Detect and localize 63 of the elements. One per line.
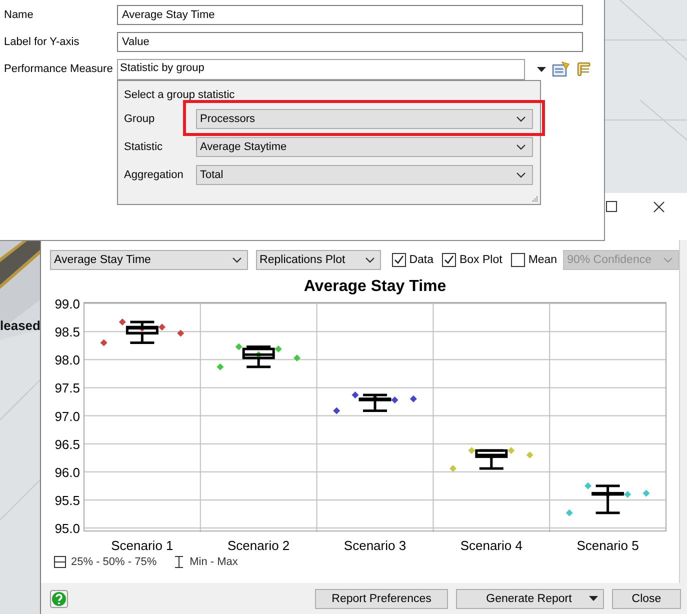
select-dropdown[interactable]: Average Staytime [196,137,533,157]
axis-label: 95.0 [54,521,80,536]
resize-grip-icon[interactable] [532,196,538,202]
properties-icon[interactable] [552,61,570,77]
chart-title: Average Stay Time [304,278,446,295]
field-label: Statistic [124,141,164,153]
checkbox[interactable] [442,253,456,267]
plot-type-dropdown[interactable]: Replications Plot [256,250,382,270]
measure-dropdown[interactable]: Average Stay Time [50,250,248,270]
dialog-button[interactable]: Generate Report [456,588,604,608]
axis-label: 96.5 [54,436,80,452]
dialog-button[interactable]: Close [612,588,681,608]
axis-label: 97.5 [54,380,80,396]
caret-icon [516,172,526,178]
checkbox-label: Data [409,254,434,266]
field-label: Group [124,113,156,125]
axis-label: 97.0 [54,408,80,424]
axis-label: 96.0 [54,464,80,480]
axis-label: 98.5 [54,324,80,340]
maximize-icon[interactable] [606,201,617,212]
caret-icon [516,116,526,122]
text-field[interactable]: Average Stay Time [117,5,583,25]
box-plot [126,320,158,344]
dialog-button[interactable]: Report Preferences [315,588,448,608]
legend-label: Min - Max [190,556,238,568]
select-dropdown[interactable]: Processors [196,109,533,129]
checkbox-label: Box Plot [459,254,502,266]
checkbox[interactable] [392,253,406,267]
box-plot [592,484,624,514]
legend-label: 25% - 50% - 75% [71,556,157,568]
axis-label: 99.0 [54,296,80,312]
field-label: Performance Measure [4,63,114,75]
box-plot [242,345,275,368]
checkbox-label: Mean [528,254,558,266]
dropdown-arrow-icon[interactable] [537,66,546,72]
caret-icon [232,257,242,263]
measure-combo[interactable]: Statistic by group [117,58,525,80]
category-label: Scenario 1 [111,538,174,553]
panel-title: Select a group statistic [124,89,236,101]
box-legend-icon [54,556,66,568]
category-label: Scenario 5 [576,538,639,553]
axis-label: 95.5 [54,492,80,508]
field-label: Name [4,9,34,21]
category-label: Scenario 2 [228,538,290,553]
field-label: Aggregation [124,169,184,181]
checkbox[interactable] [511,253,526,267]
caret-icon [663,257,674,263]
scroll-icon[interactable] [576,61,592,77]
help-icon[interactable] [50,590,68,608]
axis-label: 98.0 [54,352,80,368]
field-label: Label for Y-axis [4,36,80,48]
scene-label: leased [0,318,40,333]
range-legend-icon [172,556,185,568]
close-icon[interactable] [653,201,665,213]
category-label: Scenario 4 [460,538,522,553]
caret-icon [516,144,526,150]
caret-icon [589,596,598,601]
select-dropdown[interactable]: Total [196,165,533,185]
box-plot [358,394,392,412]
text-field[interactable]: Value [117,32,583,52]
category-label: Scenario 3 [344,538,406,553]
box-plot [475,449,508,470]
caret-icon [365,257,376,263]
